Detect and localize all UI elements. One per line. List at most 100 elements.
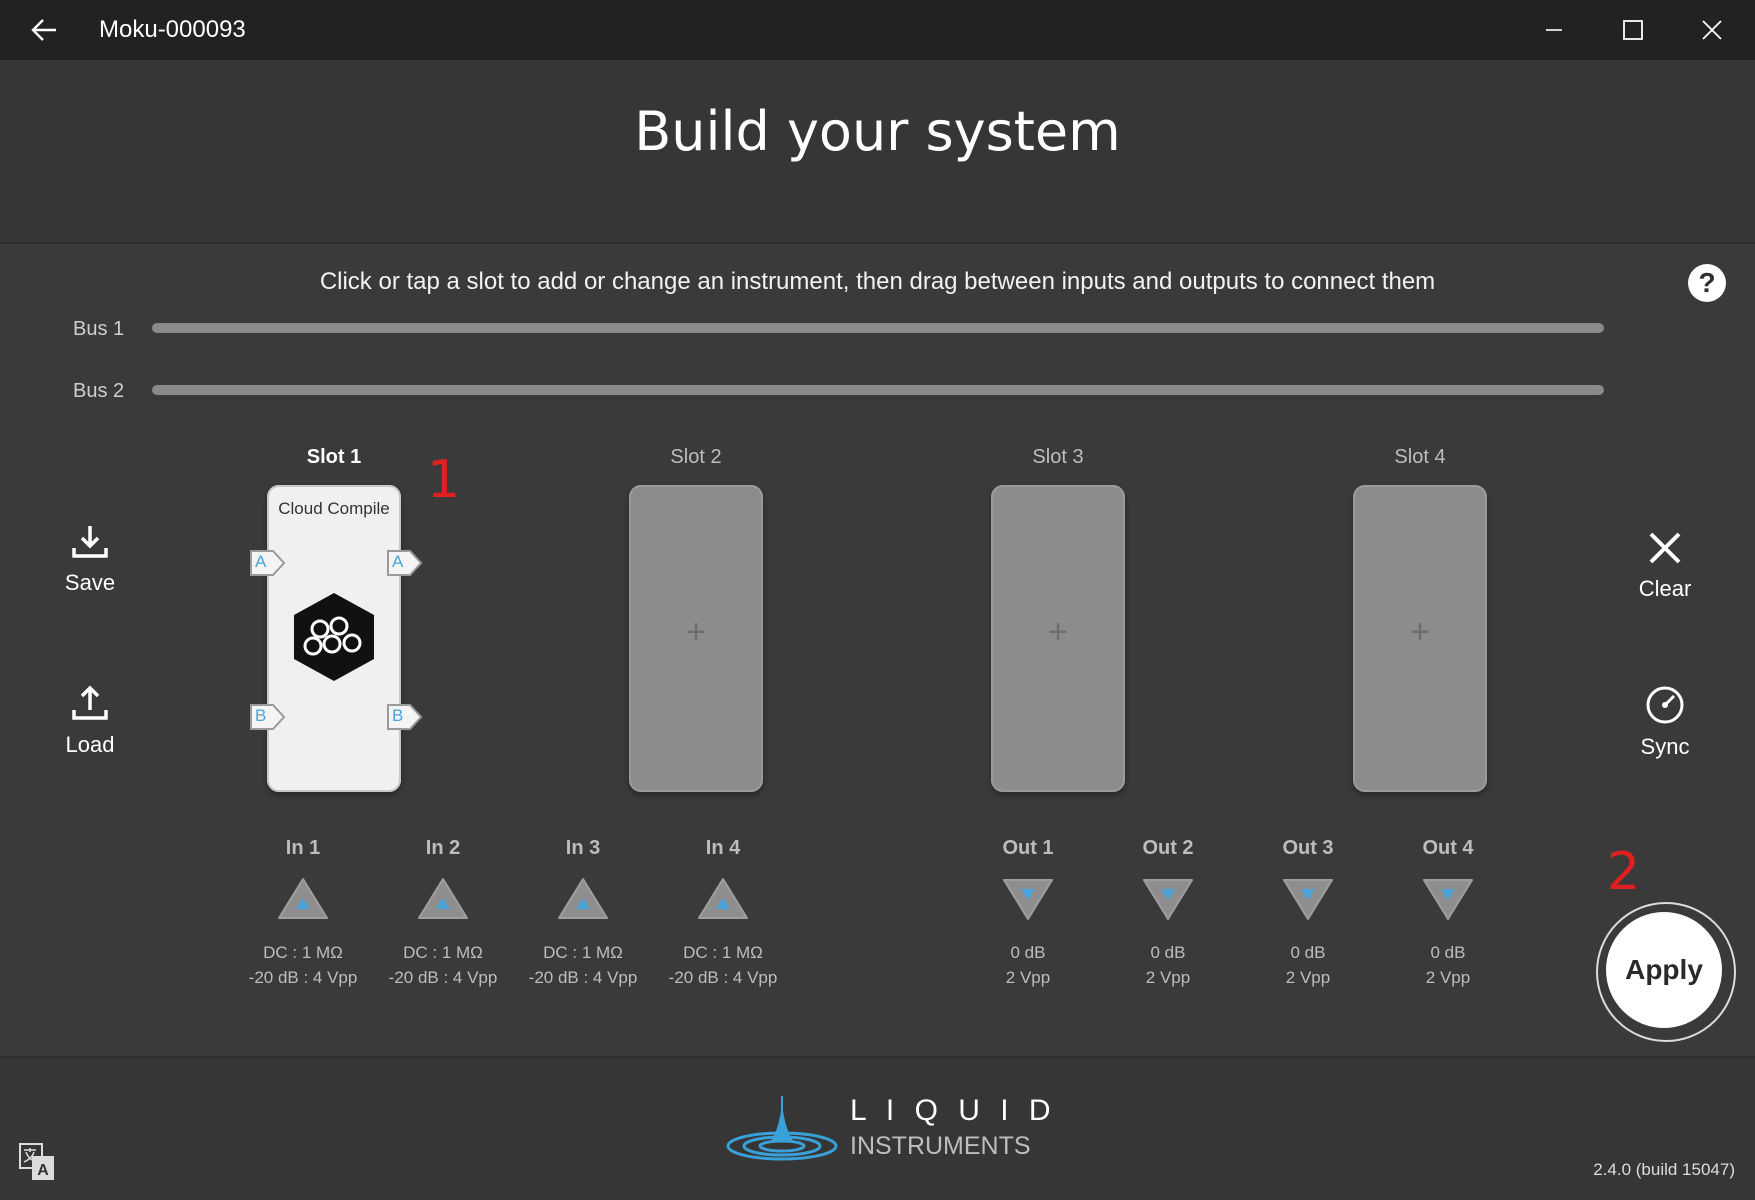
input-1-range: -20 dB : 4 Vpp <box>248 968 358 987</box>
input-2-range: -20 dB : 4 Vpp <box>388 968 498 987</box>
annotation-marker-2: 2 <box>1607 842 1641 902</box>
language-button[interactable]: A <box>18 1142 56 1187</box>
output-1-gain: 0 dB <box>1010 943 1046 962</box>
output-triangle-icon <box>1423 879 1473 920</box>
output-2-settings[interactable]: 0 dB 2 Vpp <box>1098 940 1238 990</box>
input-4-settings[interactable]: DC : 1 MΩ -20 dB : 4 Vpp <box>653 940 793 990</box>
output-3-settings[interactable]: 0 dB 2 Vpp <box>1238 940 1378 990</box>
input-2-coupling: DC : 1 MΩ <box>403 943 483 962</box>
apply-button[interactable]: Apply <box>1606 912 1722 1028</box>
input-4-range: -20 dB : 4 Vpp <box>668 968 778 987</box>
input-3-settings[interactable]: DC : 1 MΩ -20 dB : 4 Vpp <box>513 940 653 990</box>
slot-1-output-a-port[interactable]: A <box>384 548 424 578</box>
output-4-range: 2 Vpp <box>1425 968 1471 987</box>
output-4-label: Out 4 <box>1422 837 1474 859</box>
close-button[interactable] <box>1682 0 1742 60</box>
slot-1-output-b-label: B <box>392 706 404 725</box>
svg-text:A: A <box>37 1162 49 1179</box>
close-icon <box>1702 20 1722 40</box>
bus-2-bar[interactable] <box>152 385 1604 395</box>
download-icon <box>72 526 108 558</box>
output-1-connector[interactable] <box>1001 876 1055 927</box>
output-triangle-icon <box>1143 879 1193 920</box>
input-2-settings[interactable]: DC : 1 MΩ -20 dB : 4 Vpp <box>373 940 513 990</box>
output-4-settings[interactable]: 0 dB 2 Vpp <box>1378 940 1518 990</box>
output-3-label: Out 3 <box>1282 837 1334 859</box>
output-3-connector[interactable] <box>1281 876 1335 927</box>
gauge-icon <box>1646 686 1684 724</box>
sync-button[interactable]: Sync <box>1605 684 1725 760</box>
translate-icon: A <box>19 1143 54 1180</box>
input-3-coupling: DC : 1 MΩ <box>543 943 623 962</box>
add-instrument-plus-icon: + <box>1048 613 1068 651</box>
input-1-coupling: DC : 1 MΩ <box>263 943 343 962</box>
slot-1-input-a-label: A <box>255 552 267 571</box>
input-1-label: In 1 <box>285 837 321 859</box>
input-1-connector[interactable] <box>276 876 330 927</box>
back-arrow-icon <box>31 19 56 41</box>
output-2-connector[interactable] <box>1141 876 1195 927</box>
footer <box>0 1056 1755 1200</box>
input-3-range: -20 dB : 4 Vpp <box>528 968 638 987</box>
output-2-range: 2 Vpp <box>1145 968 1191 987</box>
instructions-text: Click or tap a slot to add or change an … <box>319 268 1436 295</box>
slot-1-instrument-name: Cloud Compile <box>278 499 390 518</box>
logo-wordmark-top: L I Q U I D <box>850 1094 1057 1127</box>
slot-3[interactable]: + <box>991 485 1125 792</box>
add-instrument-plus-icon: + <box>686 613 706 651</box>
input-3-connector[interactable] <box>556 876 610 927</box>
help-button[interactable]: ? <box>1688 264 1726 302</box>
maximize-button[interactable] <box>1603 0 1663 60</box>
page-header: Build your system <box>0 60 1755 244</box>
input-4-coupling: DC : 1 MΩ <box>683 943 763 962</box>
slot-1-label: Slot 1 <box>306 446 362 468</box>
annotation-marker-1: 1 <box>427 450 461 510</box>
output-3-gain: 0 dB <box>1290 943 1326 962</box>
bus-1-bar[interactable] <box>152 323 1604 333</box>
minimize-button[interactable] <box>1524 0 1584 60</box>
slot-1-output-a-label: A <box>392 552 404 571</box>
input-2-connector[interactable] <box>416 876 470 927</box>
input-3-label: In 3 <box>565 837 601 859</box>
slot-1[interactable]: Cloud Compile <box>267 485 401 792</box>
bus-2-label: Bus 2 <box>73 380 125 402</box>
save-button[interactable]: Save <box>30 522 150 596</box>
input-triangle-icon <box>558 878 608 919</box>
page-title: Build your system <box>634 100 1121 163</box>
slot-2-label: Slot 2 <box>670 446 722 468</box>
input-1-settings[interactable]: DC : 1 MΩ -20 dB : 4 Vpp <box>233 940 373 990</box>
slot-1-output-b-port[interactable]: B <box>384 702 424 732</box>
slot-4[interactable]: + <box>1353 485 1487 792</box>
load-label: Load <box>65 732 115 757</box>
clear-button[interactable]: Clear <box>1605 528 1725 602</box>
output-4-gain: 0 dB <box>1430 943 1466 962</box>
output-4-connector[interactable] <box>1421 876 1475 927</box>
output-3-range: 2 Vpp <box>1285 968 1331 987</box>
slot-1-input-a-port[interactable]: A <box>247 548 287 578</box>
back-button[interactable] <box>28 14 70 48</box>
clear-label: Clear <box>1638 576 1692 601</box>
output-1-range: 2 Vpp <box>1005 968 1051 987</box>
load-button[interactable]: Load <box>30 684 150 758</box>
output-triangle-icon <box>1283 879 1333 920</box>
output-2-label: Out 2 <box>1142 837 1194 859</box>
clear-x-icon <box>1649 532 1681 564</box>
add-instrument-plus-icon: + <box>1410 613 1430 651</box>
output-1-label: Out 1 <box>1002 837 1054 859</box>
slot-1-input-b-label: B <box>255 706 267 725</box>
window-title: Moku-000093 <box>99 16 246 43</box>
input-triangle-icon <box>698 878 748 919</box>
save-label: Save <box>64 570 116 595</box>
output-2-gain: 0 dB <box>1150 943 1186 962</box>
output-1-settings[interactable]: 0 dB 2 Vpp <box>958 940 1098 990</box>
logo-wordmark-bottom: INSTRUMENTS <box>850 1132 1031 1160</box>
title-bar: Moku-000093 <box>0 0 1755 60</box>
slot-1-input-b-port[interactable]: B <box>247 702 287 732</box>
input-4-label: In 4 <box>705 837 741 859</box>
input-4-connector[interactable] <box>696 876 750 927</box>
version-text: 2.4.0 (build 15047) <box>1593 1160 1735 1179</box>
input-2-label: In 2 <box>425 837 461 859</box>
slot-3-label: Slot 3 <box>1032 446 1084 468</box>
slot-2[interactable]: + <box>629 485 763 792</box>
input-triangle-icon <box>418 878 468 919</box>
